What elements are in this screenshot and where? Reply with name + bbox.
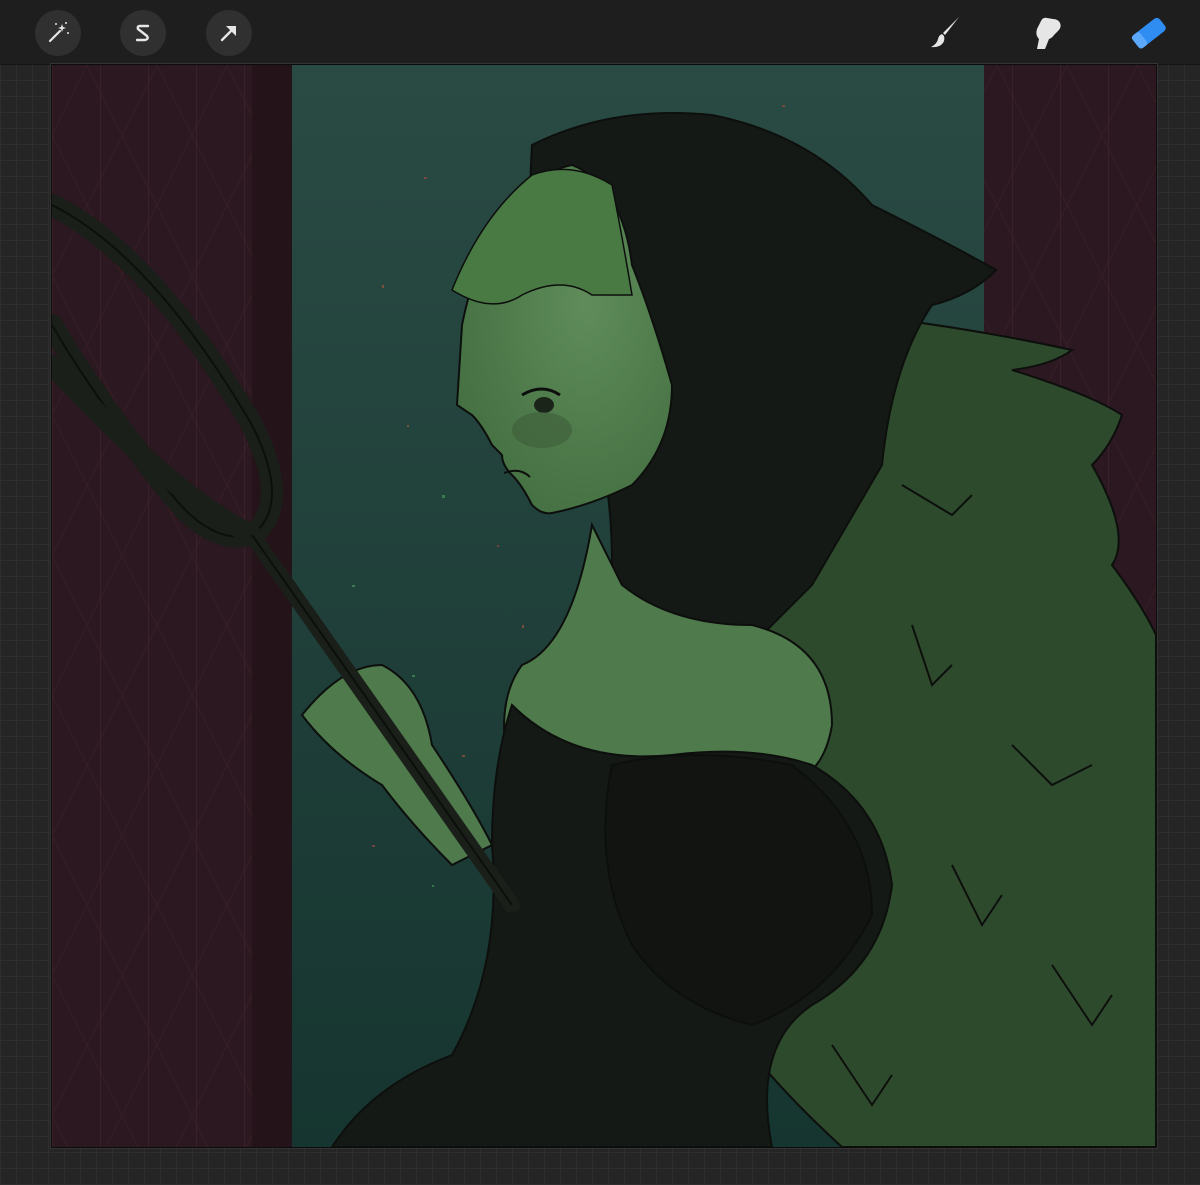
adjustments-button[interactable] <box>35 10 81 56</box>
selection-button[interactable] <box>120 10 166 56</box>
top-toolbar <box>0 0 1200 65</box>
smudge-finger-icon <box>1027 13 1067 53</box>
selection-s-icon <box>130 20 156 46</box>
magic-wand-icon <box>45 20 71 46</box>
artwork <box>52 65 1156 1147</box>
brush-button[interactable] <box>922 10 968 56</box>
transform-button[interactable] <box>206 10 252 56</box>
eraser-icon <box>1128 13 1170 53</box>
drawing-canvas[interactable] <box>51 64 1157 1148</box>
arrow-cursor-icon <box>216 20 242 46</box>
app-window <box>0 0 1200 1185</box>
eraser-button[interactable] <box>1126 10 1172 56</box>
paintbrush-icon <box>925 13 965 53</box>
smudge-button[interactable] <box>1024 10 1070 56</box>
